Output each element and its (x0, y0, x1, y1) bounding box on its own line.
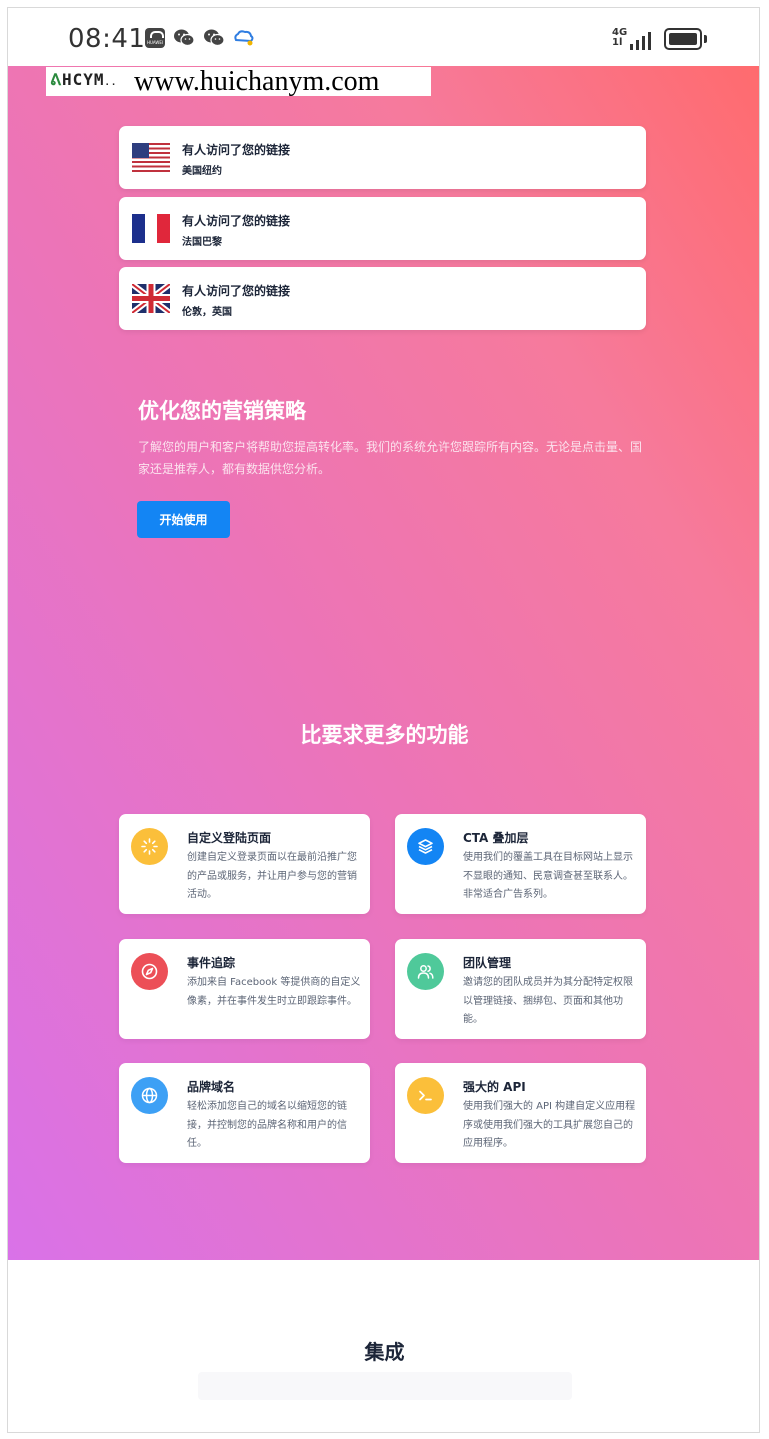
feature-description: 添加来自 Facebook 等提供商的自定义像素，并在事件发生时立即跟踪事件。 (187, 977, 361, 1007)
watermark-logo: ᕕHCYM.. (50, 70, 118, 89)
visit-title: 有人访问了您的链接 (182, 284, 291, 298)
terminal-icon (407, 1077, 444, 1114)
feature-title: 品牌域名 (187, 1080, 236, 1094)
visit-notification-card: 有人访问了您的链接 伦敦，英国 (119, 267, 646, 330)
feature-description: 创建自定义登录页面以在最前沿推广您的产品或服务，并让用户参与您的营销活动。 (187, 852, 357, 900)
feature-card-cta-overlay: CTA 叠加层 使用我们的覆盖工具在目标网站上显示不显眼的通知、民意调查甚至联系… (395, 814, 646, 914)
feature-card-team-management: 团队管理 邀请您的团队成员并为其分配特定权限以管理链接、捆绑包、页面和其他功能。 (395, 939, 646, 1039)
get-started-button[interactable]: 开始使用 (137, 501, 230, 538)
feature-description: 使用我们强大的 API 构建自定义应用程序或使用我们强大的工具扩展您自己的应用程… (463, 1101, 636, 1149)
visit-title: 有人访问了您的链接 (182, 214, 291, 228)
feature-title: 自定义登陆页面 (187, 831, 272, 845)
visit-title: 有人访问了您的链接 (182, 143, 291, 157)
integration-subtitle-placeholder (198, 1372, 572, 1400)
layers-icon (407, 828, 444, 865)
france-flag-icon (132, 214, 170, 243)
cloud-icon (233, 28, 254, 48)
integration-heading: 集成 (364, 1340, 405, 1364)
feature-description: 轻松添加您自己的域名以缩短您的链接，并控制您的品牌名称和用户的信任。 (187, 1101, 347, 1149)
visit-location: 法国巴黎 (182, 237, 222, 248)
frame-bottom-border (7, 1432, 760, 1433)
signal-icon (630, 28, 656, 50)
status-bar: 08:41 HUAWEI 4G 1l (8, 8, 759, 66)
feature-description: 邀请您的团队成员并为其分配特定权限以管理链接、捆绑包、页面和其他功能。 (463, 977, 633, 1025)
feature-card-custom-landing: 自定义登陆页面 创建自定义登录页面以在最前沿推广您的产品或服务，并让用户参与您的… (119, 814, 370, 914)
features-heading: 比要求更多的功能 (300, 723, 469, 747)
globe-icon (131, 1077, 168, 1114)
feature-title: 事件追踪 (187, 956, 236, 970)
users-icon (407, 953, 444, 990)
optimize-description: 了解您的用户和客户将帮助您提高转化率。我们的系统允许您跟踪所有内容。无论是点击量… (138, 440, 643, 476)
feature-card-branded-domain: 品牌域名 轻松添加您自己的域名以缩短您的链接，并控制您的品牌名称和用户的信任。 (119, 1063, 370, 1163)
feature-description: 使用我们的覆盖工具在目标网站上显示不显眼的通知、民意调查甚至联系人。非常适合广告… (463, 852, 633, 900)
loader-icon (131, 828, 168, 865)
visit-notification-card: 有人访问了您的链接 法国巴黎 (119, 197, 646, 260)
feature-card-powerful-api: 强大的 API 使用我们强大的 API 构建自定义应用程序或使用我们强大的工具扩… (395, 1063, 646, 1163)
visit-location: 美国纽约 (182, 166, 222, 177)
uk-flag-icon (132, 284, 170, 313)
watermark-banner: ᕕHCYM.. www.huichanym.com (46, 66, 431, 97)
battery-icon (664, 28, 707, 50)
us-flag-icon (132, 143, 170, 172)
feature-card-event-tracking: 事件追踪 添加来自 Facebook 等提供商的自定义像素，并在事件发生时立即跟… (119, 939, 370, 1039)
feature-title: 团队管理 (463, 956, 512, 970)
network-type-label: 4G 1l (612, 27, 628, 48)
watermark-url: www.huichanym.com (134, 66, 380, 97)
huawei-appgallery-icon: HUAWEI (145, 28, 165, 48)
feature-title: 强大的 API (463, 1080, 526, 1094)
optimize-heading: 优化您的营销策略 (138, 399, 306, 423)
compass-icon (131, 953, 168, 990)
feature-title: CTA 叠加层 (463, 831, 529, 845)
visit-notification-card: 有人访问了您的链接 美国纽约 (119, 126, 646, 189)
status-time: 08:41 (68, 24, 146, 54)
wechat-icon (173, 28, 195, 48)
visit-location: 伦敦，英国 (182, 307, 232, 318)
wechat-icon (203, 28, 225, 48)
